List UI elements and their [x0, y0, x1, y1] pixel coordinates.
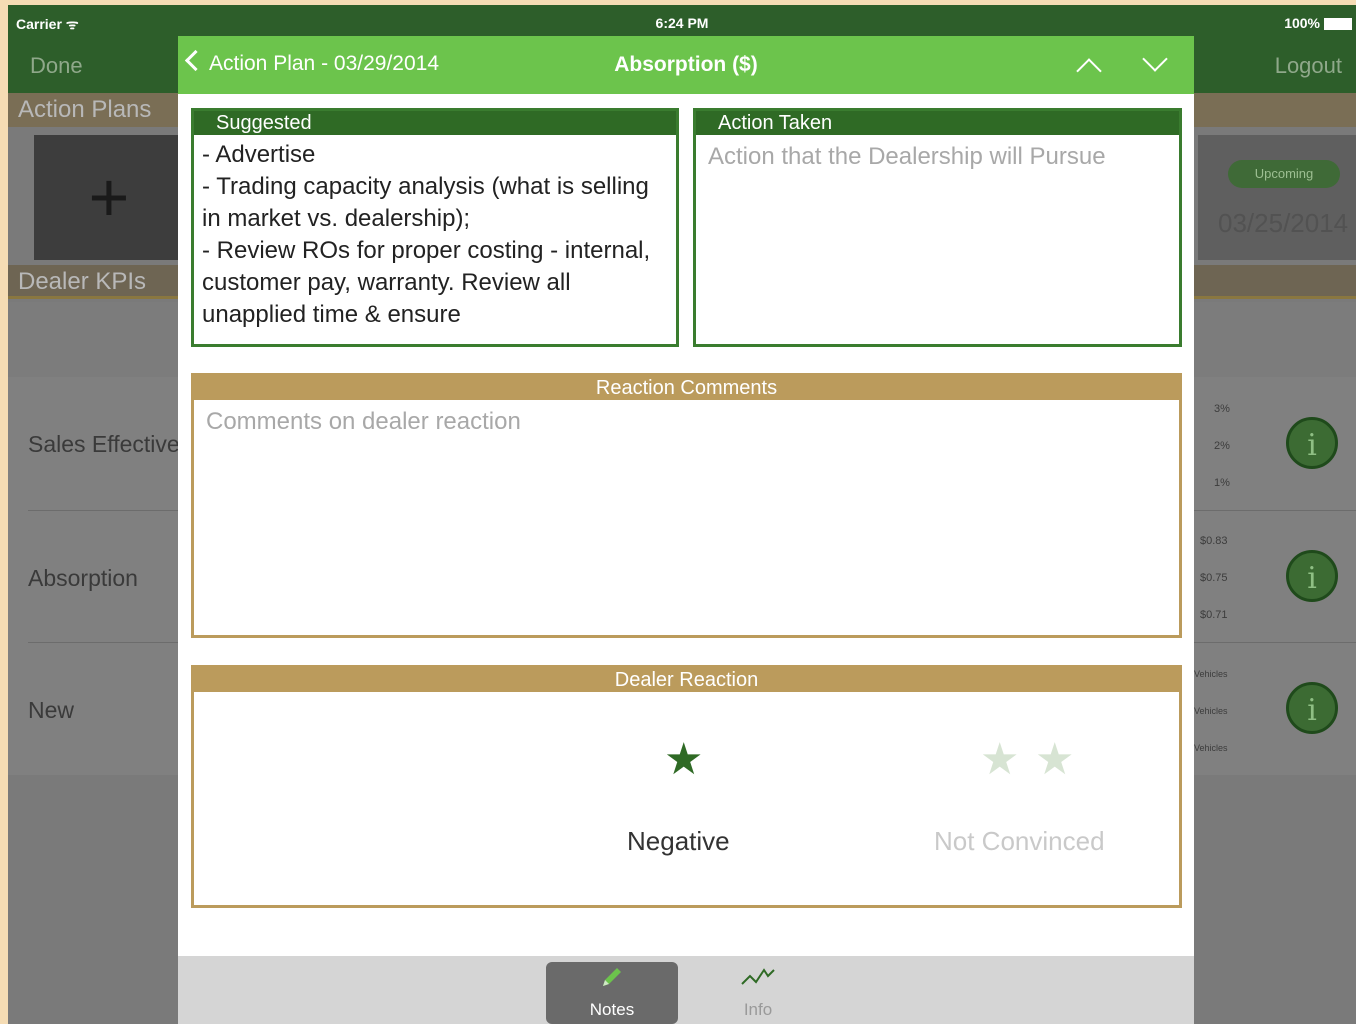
tick-label: $0.75: [1200, 572, 1228, 584]
tick-label: Vehicles: [1194, 669, 1228, 679]
tab-notes[interactable]: Notes: [546, 962, 678, 1024]
reaction-comments-heading: Reaction Comments: [194, 376, 1179, 400]
add-action-plan-button[interactable]: +: [34, 135, 184, 260]
kpi-row-label[interactable]: Absorption: [28, 565, 138, 592]
star-icon: ★: [664, 735, 704, 784]
kpi-row-label[interactable]: New: [28, 697, 74, 724]
info-icon[interactable]: i: [1286, 550, 1338, 602]
suggested-text[interactable]: - Advertise - Trading capacity analysis …: [194, 135, 676, 345]
dealer-reaction-heading: Dealer Reaction: [194, 668, 1179, 692]
info-icon[interactable]: i: [1286, 417, 1338, 469]
action-plan-modal: Action Plan - 03/29/2014 Absorption ($) …: [178, 36, 1194, 1024]
tab-label: Notes: [589, 1000, 635, 1019]
tick-label: $0.83: [1200, 535, 1228, 547]
action-taken-input[interactable]: Action that the Dealership will Pursue: [696, 135, 1179, 179]
star-icon: ★: [980, 735, 1020, 784]
battery-icon: [1324, 18, 1352, 31]
suggested-heading: Suggested: [194, 111, 676, 135]
action-taken-panel: Action Taken Action that the Dealership …: [693, 108, 1182, 347]
tick-label: Vehicles: [1194, 743, 1228, 753]
device-screen: Carrier ᯤ 6:24 PM 100% Done Logout Actio…: [8, 5, 1356, 1024]
done-button[interactable]: Done: [30, 53, 83, 79]
tab-info[interactable]: Info: [692, 962, 824, 1024]
action-plan-card[interactable]: [1198, 135, 1356, 260]
tick-label: 2%: [1214, 440, 1230, 452]
chart-line-icon: [692, 962, 824, 994]
battery-indicator: 100%: [1284, 15, 1352, 31]
reaction-comments-panel: Reaction Comments Comments on dealer rea…: [191, 373, 1182, 638]
tick-label: Vehicles: [1194, 706, 1228, 716]
tab-label: Info: [743, 1000, 773, 1019]
tick-label: $0.71: [1200, 609, 1228, 621]
action-taken-heading: Action Taken: [696, 111, 1179, 135]
logout-button[interactable]: Logout: [1275, 53, 1342, 79]
action-plan-date: 03/25/2014: [1218, 208, 1349, 238]
reaction-label: Negative: [627, 826, 730, 856]
tick-label: 3%: [1214, 403, 1230, 415]
pencil-icon: [546, 962, 678, 994]
suggested-panel: Suggested - Advertise - Trading capacity…: [191, 108, 679, 347]
status-badge: Upcoming: [1228, 160, 1340, 188]
reaction-comments-input[interactable]: Comments on dealer reaction: [194, 400, 1179, 444]
reaction-label: Not Convinced: [934, 826, 1105, 856]
kpi-row-label[interactable]: Sales Effective: [28, 431, 180, 458]
modal-title: Absorption ($): [614, 53, 758, 76]
tick-label: 1%: [1214, 477, 1230, 489]
tab-bar: Notes Info: [178, 956, 1194, 1024]
info-icon[interactable]: i: [1286, 682, 1338, 734]
star-icon: ★: [1035, 735, 1075, 784]
dealer-reaction-panel: Dealer Reaction ★ Negative ★ ★ Not Convi…: [191, 665, 1182, 908]
modal-header: Action Plan - 03/29/2014 Absorption ($): [178, 36, 1194, 94]
status-bar: Carrier ᯤ 6:24 PM 100%: [8, 5, 1356, 37]
clock: 6:24 PM: [655, 15, 709, 31]
